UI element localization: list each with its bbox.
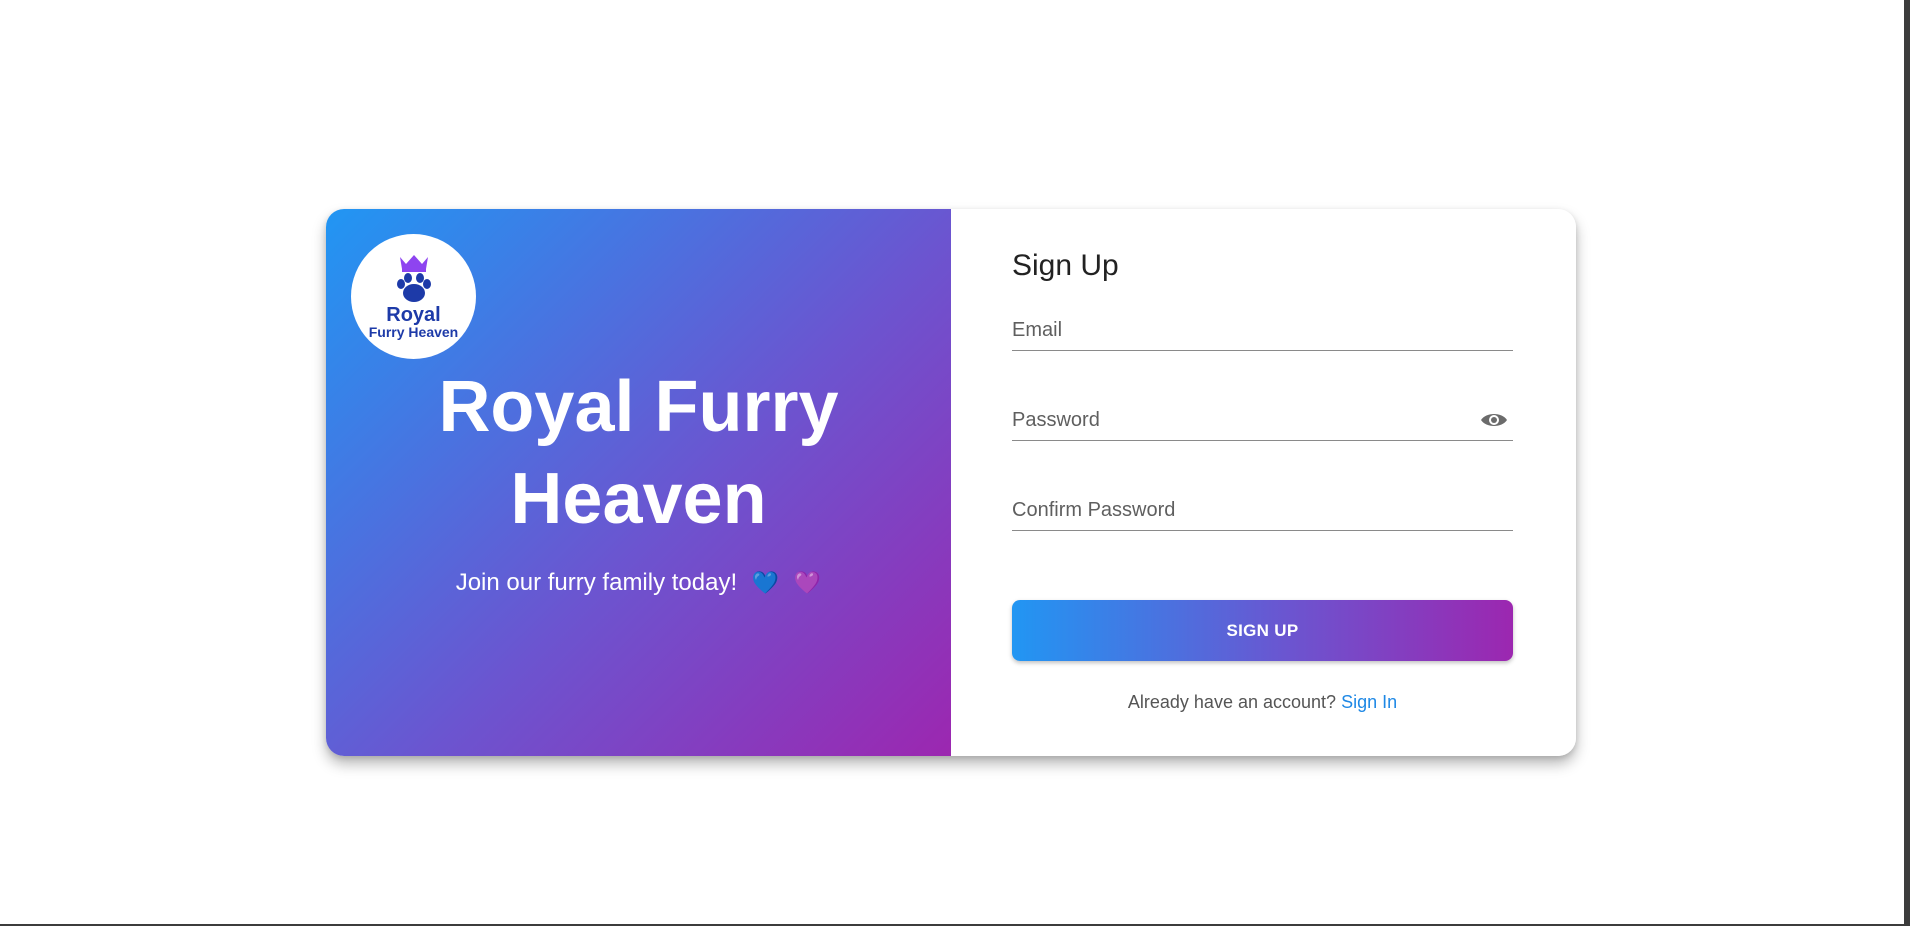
hero-subtitle: Join our furry family today! [455, 569, 738, 596]
password-field-wrapper [1012, 402, 1513, 441]
confirm-password-field-wrapper [1012, 492, 1513, 531]
page: Royal Furry Heaven Royal Furry Heaven Jo… [0, 0, 1910, 926]
hero-panel: Royal Furry Heaven Royal Furry Heaven Jo… [326, 209, 951, 756]
password-input[interactable] [1012, 402, 1472, 438]
brand-logo: Royal Furry Heaven [351, 234, 476, 359]
sign-up-button[interactable]: SIGN UP [1012, 600, 1513, 661]
eye-icon[interactable] [1479, 410, 1509, 430]
blue-heart-icon: 💙 [751, 570, 780, 595]
signup-card: Royal Furry Heaven Royal Furry Heaven Jo… [326, 209, 1576, 756]
signup-form: Sign Up SIGN UP Already have an account?… [951, 209, 1576, 756]
email-field-wrapper [1012, 312, 1513, 351]
hero-title: Royal Furry Heaven [438, 367, 839, 539]
sign-in-prompt: Already have an account? Sign In [1012, 692, 1513, 713]
hero-subtitle-line: Join our furry family today! 💙 💜 [326, 568, 951, 598]
sign-in-prompt-text: Already have an account? [1127, 692, 1337, 712]
logo-text-royal: Royal [386, 304, 441, 326]
window-scrollbar-edge [1904, 0, 1910, 926]
confirm-password-input[interactable] [1012, 492, 1472, 528]
crowned-paw-icon [396, 255, 431, 302]
logo-text-furry-heaven: Furry Heaven [368, 324, 459, 340]
form-title: Sign Up [1012, 249, 1119, 282]
sign-in-link[interactable]: Sign In [1341, 692, 1397, 712]
purple-heart-icon: 💜 [793, 570, 822, 595]
email-input[interactable] [1012, 312, 1472, 348]
